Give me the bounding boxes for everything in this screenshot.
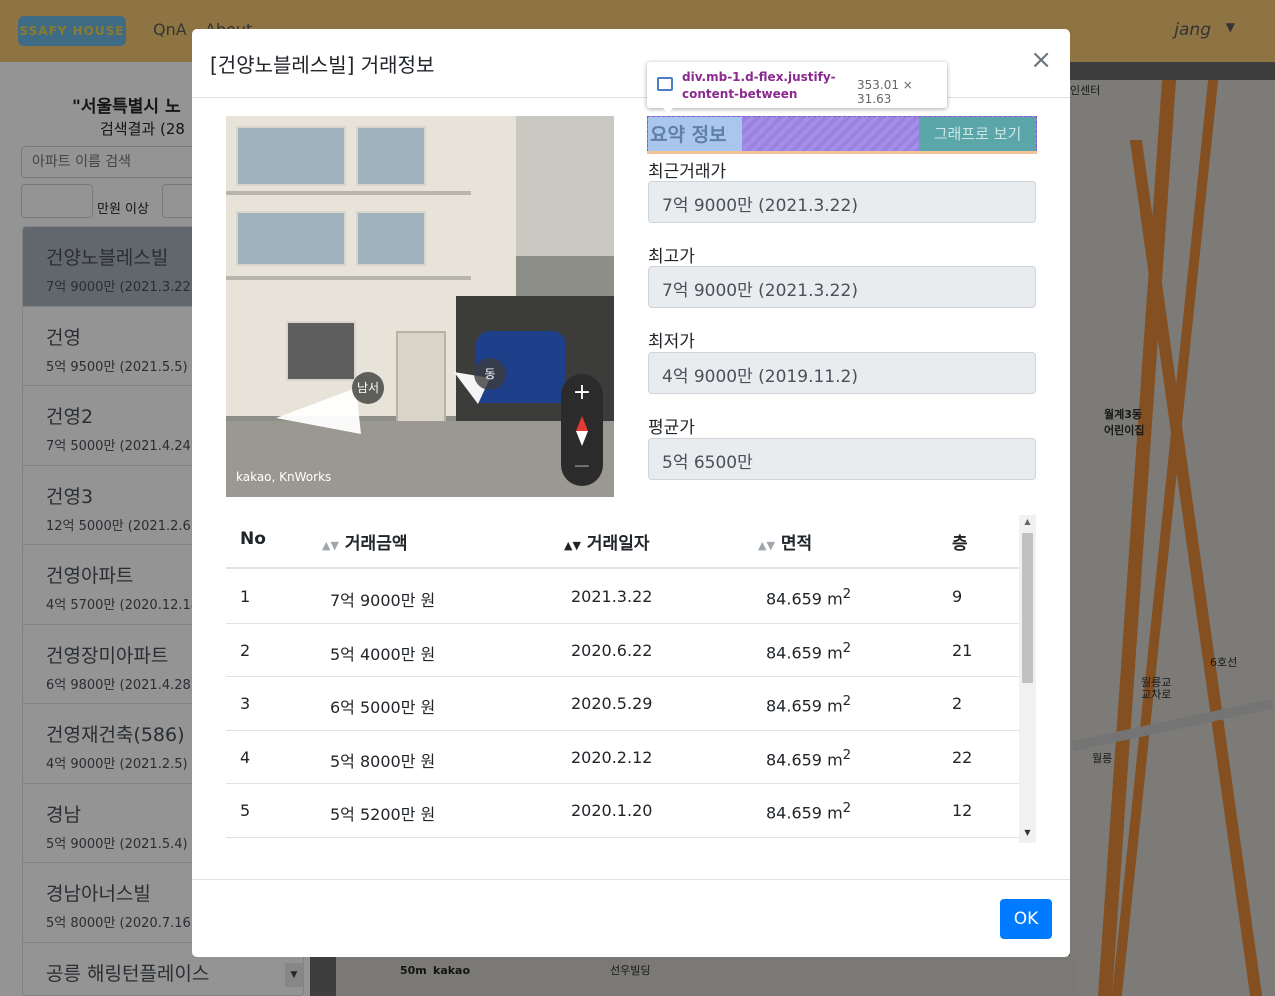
sort-icon: ▲▼	[322, 539, 339, 552]
cell-area: 84.659 m2	[766, 801, 852, 823]
cell-floor: 22	[952, 747, 973, 767]
column-header-amount[interactable]: ▲▼ 거래금액	[322, 529, 407, 554]
highest-price-field: 7억 9000만 (2021.3.22)	[648, 266, 1036, 308]
table-row[interactable]: 5 5억 5200만 원 2020.1.20 84.659 m2 12	[226, 784, 1019, 838]
devtools-tooltip: div.mb-1.d-flex.justify-content-between …	[647, 62, 947, 113]
column-header-date[interactable]: ▲▼ 거래일자	[564, 529, 649, 554]
cell-area: 84.659 m2	[766, 640, 852, 662]
devtools-dimensions: 353.01 × 31.63	[857, 78, 913, 106]
compass-icon[interactable]	[572, 416, 592, 446]
roadview-credit: kakao, KnWorks	[236, 470, 332, 484]
modal-footer: OK	[192, 879, 1070, 957]
tooltip-pointer	[661, 106, 675, 113]
cell-no: 3	[240, 694, 251, 713]
scrollbar-thumb[interactable]	[1022, 533, 1033, 683]
ok-button[interactable]: OK	[1000, 899, 1052, 939]
lowest-price-label: 최저가	[648, 332, 695, 352]
recent-price-field: 7억 9000만 (2021.3.22)	[648, 181, 1036, 223]
cell-floor: 9	[952, 587, 963, 606]
close-icon[interactable]: ×	[1030, 47, 1052, 73]
transaction-table: No ▲▼ 거래금액 ▲▼ 거래일자 ▲▼ 면적 층 1 7억 9000만 원 202…	[226, 515, 1036, 843]
cell-date: 2020.5.29	[571, 694, 653, 713]
roadview-window	[236, 211, 346, 266]
lowest-price-field: 4억 9000만 (2019.11.2)	[648, 352, 1036, 394]
cell-floor: 2	[952, 694, 963, 713]
zoom-in-icon[interactable]: +	[561, 380, 603, 405]
column-header-no: No	[240, 529, 266, 549]
recent-price-label: 최근거래가	[648, 162, 727, 182]
roadview-controls: + −	[561, 374, 603, 486]
devtools-selector: div.mb-1.d-flex.justify-content-between	[682, 70, 836, 101]
cell-area: 84.659 m2	[766, 587, 852, 609]
roadview-door	[396, 331, 446, 431]
arrow-southwest-icon[interactable]	[276, 388, 366, 438]
cell-area: 84.659 m2	[766, 694, 852, 716]
cell-no: 1	[240, 587, 251, 606]
direction-tag-east[interactable]: 동	[474, 358, 506, 390]
cell-amount: 5억 5200만 원	[330, 805, 436, 824]
modal-title: [건양노블레스빌] 거래정보	[210, 53, 435, 77]
scroll-down-icon[interactable]: ▼	[1019, 828, 1036, 837]
summary-title: 요약 정보	[650, 124, 727, 146]
cell-amount: 5억 8000만 원	[330, 751, 436, 771]
cell-amount: 7억 9000만 원	[330, 591, 436, 610]
direction-tag-southwest[interactable]: 남서	[352, 372, 384, 404]
cell-no: 5	[240, 801, 251, 820]
cell-floor: 21	[952, 640, 973, 660]
cell-amount: 5억 4000만 원	[330, 644, 436, 664]
roadview-panel[interactable]: 남서 동 + − kakao, KnWorks	[226, 116, 614, 497]
roadview-window	[236, 126, 346, 186]
view-graph-button[interactable]: 그래프로 보기	[919, 117, 1036, 151]
column-header-floor: 층	[952, 534, 968, 554]
transaction-modal: [건양노블레스빌] 거래정보 × 남서 동 + − kakao, KnWorks…	[192, 29, 1070, 957]
cell-date: 2020.6.22	[571, 640, 653, 660]
cell-date: 2020.2.12	[571, 747, 653, 767]
cell-no: 2	[240, 640, 251, 660]
average-price-field: 5억 6500만	[648, 438, 1036, 480]
flex-container-icon	[657, 77, 673, 91]
zoom-out-icon[interactable]: −	[561, 454, 603, 479]
column-header-area[interactable]: ▲▼ 면적	[758, 529, 812, 554]
summary-margin-highlight	[647, 151, 1037, 154]
roadview-balcony	[226, 276, 471, 280]
table-row[interactable]: 4 5억 8000만 원 2020.2.12 84.659 m2 22	[226, 731, 1019, 784]
roadview-window	[356, 126, 426, 186]
roadview-window	[286, 321, 356, 381]
scroll-up-icon[interactable]: ▲	[1019, 517, 1036, 526]
highest-price-label: 최고가	[648, 247, 695, 267]
cell-floor: 12	[952, 801, 973, 820]
roadview-window	[356, 211, 426, 266]
table-row[interactable]: 2 5억 4000만 원 2020.6.22 84.659 m2 21	[226, 624, 1019, 677]
table-row[interactable]: 3 6억 5000만 원 2020.5.29 84.659 m2 2	[226, 677, 1019, 731]
summary-header: 요약 정보 그래프로 보기	[647, 116, 1037, 152]
header-divider	[226, 567, 1019, 569]
cell-amount: 6억 5000만 원	[330, 698, 436, 717]
sort-icon: ▲▼	[758, 539, 775, 552]
sort-desc-icon: ▲▼	[564, 539, 581, 552]
table-scrollbar[interactable]: ▲ ▼	[1019, 515, 1036, 843]
cell-date: 2020.1.20	[571, 801, 653, 820]
roadview-balcony	[226, 191, 471, 195]
average-price-label: 평균가	[648, 418, 695, 438]
table-row[interactable]: 1 7억 9000만 원 2021.3.22 84.659 m2 9	[226, 570, 1019, 624]
cell-area: 84.659 m2	[766, 747, 852, 769]
cell-date: 2021.3.22	[571, 587, 653, 606]
cell-no: 4	[240, 747, 251, 767]
